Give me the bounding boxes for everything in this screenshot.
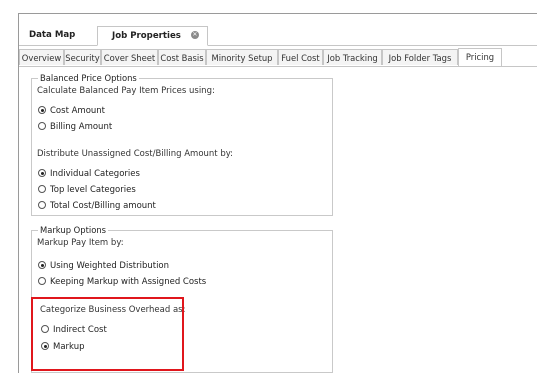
calculate-prices-label: Calculate Balanced Pay Item Prices using… (37, 86, 215, 96)
markup-pay-item-label: Markup Pay Item by: (37, 238, 124, 248)
radio-button-icon[interactable] (38, 169, 46, 177)
tab-pricing[interactable]: Pricing (458, 48, 502, 66)
document-tab-strip: Data Map Job Properties ✕ (19, 26, 537, 46)
tab-data-map[interactable]: Data Map (25, 26, 79, 44)
highlight-annotation-box (31, 297, 184, 371)
radio-weighted-distribution[interactable]: Using Weighted Distribution (38, 260, 169, 272)
tab-overview-label: Overview (21, 53, 62, 63)
distribute-unassigned-label: Distribute Unassigned Cost/Billing Amoun… (37, 149, 234, 159)
tab-pricing-label: Pricing (465, 52, 495, 62)
radio-cost-amount[interactable]: Cost Amount (38, 105, 105, 117)
tab-job-folder-tags[interactable]: Job Folder Tags (382, 49, 458, 65)
radio-billing-amount[interactable]: Billing Amount (38, 121, 112, 133)
radio-cost-amount-label: Cost Amount (50, 106, 106, 116)
tab-job-folder-tags-label: Job Folder Tags (388, 53, 452, 63)
radio-button-icon[interactable] (38, 261, 46, 269)
radio-top-level-categories[interactable]: Top level Categories (38, 184, 136, 196)
properties-tab-strip: Overview Security Cover Sheet Cost Basis… (19, 46, 537, 67)
tab-cover-sheet[interactable]: Cover Sheet (101, 49, 158, 65)
job-properties-window: Data Map Job Properties ✕ Overview Secur… (18, 13, 537, 373)
radio-top-level-categories-label: Top level Categories (50, 185, 136, 195)
radio-button-icon[interactable] (38, 277, 46, 285)
radio-individual-categories[interactable]: Individual Categories (38, 168, 140, 180)
tab-job-tracking-label: Job Tracking (327, 53, 378, 63)
radio-button-icon[interactable] (38, 185, 46, 193)
tab-minority-setup[interactable]: Minority Setup (206, 49, 278, 65)
close-icon[interactable]: ✕ (190, 30, 199, 39)
tab-cost-basis[interactable]: Cost Basis (158, 49, 206, 65)
tab-job-properties-label: Job Properties (112, 31, 181, 41)
radio-button-icon[interactable] (38, 106, 46, 114)
tab-minority-setup-label: Minority Setup (211, 53, 273, 63)
radio-button-icon[interactable] (38, 201, 46, 209)
tab-data-map-label: Data Map (29, 30, 76, 40)
tab-security-label: Security (65, 53, 100, 63)
radio-total-cost-billing[interactable]: Total Cost/Billing amount (38, 200, 156, 212)
radio-weighted-distribution-label: Using Weighted Distribution (50, 261, 170, 271)
balanced-price-options-group: Balanced Price Options Calculate Balance… (31, 73, 333, 216)
tab-fuel-cost-label: Fuel Cost (281, 53, 320, 63)
tab-cover-sheet-label: Cover Sheet (103, 53, 156, 63)
tab-security[interactable]: Security (64, 49, 101, 65)
radio-billing-amount-label: Billing Amount (50, 122, 113, 132)
tab-job-tracking[interactable]: Job Tracking (323, 49, 382, 65)
tab-job-properties[interactable]: Job Properties ✕ (97, 26, 208, 46)
tab-cost-basis-label: Cost Basis (160, 53, 204, 63)
radio-keeping-markup[interactable]: Keeping Markup with Assigned Costs (38, 276, 206, 288)
markup-options-title: Markup Options (38, 225, 108, 236)
radio-total-cost-billing-label: Total Cost/Billing amount (50, 201, 156, 211)
tab-fuel-cost[interactable]: Fuel Cost (278, 49, 323, 65)
tab-overview[interactable]: Overview (19, 49, 64, 65)
radio-keeping-markup-label: Keeping Markup with Assigned Costs (50, 277, 207, 287)
balanced-price-options-title: Balanced Price Options (38, 73, 139, 84)
radio-individual-categories-label: Individual Categories (50, 169, 140, 179)
radio-button-icon[interactable] (38, 122, 46, 130)
